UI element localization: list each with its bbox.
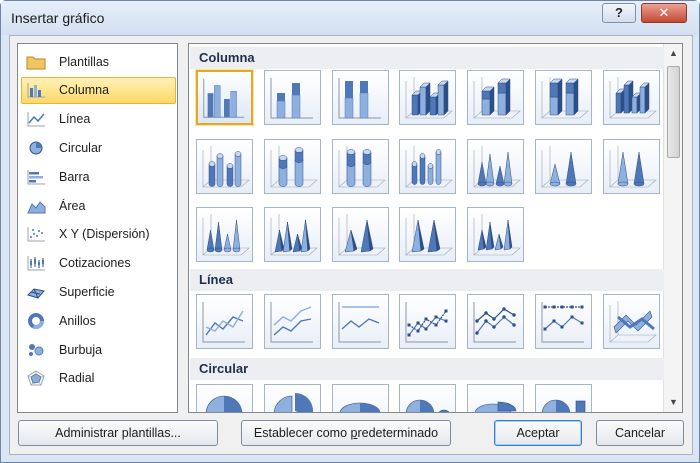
chart-subtype-3d-100-stacked-column[interactable] (535, 70, 592, 125)
chart-subtype-line[interactable] (196, 294, 253, 349)
pie-chart-icon (26, 139, 46, 157)
category-label: Columna (59, 83, 110, 98)
category-label: Área (59, 198, 86, 213)
chart-subtype-stacked-pyramid[interactable] (331, 207, 389, 262)
gallery-section-header: Línea (190, 269, 664, 291)
chart-subtype-bar-of-pie[interactable] (535, 384, 592, 412)
chart-subtype-3d-stacked-column[interactable] (467, 70, 525, 125)
category-item[interactable]: Área (21, 192, 176, 219)
category-item[interactable]: Radial (21, 365, 176, 392)
category-item[interactable]: Circular (21, 134, 176, 161)
chart-subtype-100-stacked-line-markers[interactable] (535, 294, 592, 349)
scroll-down-arrow-icon[interactable]: ▼ (664, 394, 682, 411)
category-item[interactable]: Línea (21, 106, 176, 133)
chart-subtype-100-stacked-line[interactable] (331, 294, 389, 349)
column-chart-icon (26, 81, 46, 99)
set-default-label-pre: Establecer como (253, 426, 351, 440)
chart-subtype-clustered-pyramid[interactable] (263, 207, 321, 262)
category-label: Barra (59, 169, 90, 184)
doughnut-chart-icon (26, 312, 46, 330)
category-label: Burbuja (59, 342, 103, 357)
chart-subtype-exploded-3d-pie[interactable] (467, 384, 525, 412)
chart-category-list: Plantillas Columna Línea Circular Barra Área X… (17, 43, 178, 413)
chart-subtype-stacked-cone[interactable] (535, 139, 592, 194)
manage-templates-button[interactable]: Administrar plantillas... (18, 420, 218, 446)
chart-subtype-3d-clustered-column[interactable] (399, 70, 457, 125)
category-item[interactable]: Plantillas (21, 48, 176, 75)
category-label: Cotizaciones (59, 256, 131, 271)
category-item[interactable]: Cotizaciones (21, 250, 176, 277)
bar-chart-icon (26, 168, 46, 186)
chart-subtype-100-stacked-pyramid[interactable] (399, 207, 457, 262)
category-item[interactable]: Anillos (21, 307, 176, 334)
bubble-chart-icon (26, 341, 46, 359)
category-item[interactable]: X Y (Dispersión) (21, 221, 176, 248)
chart-subtype-pie[interactable] (196, 384, 253, 412)
category-label: Circular (59, 140, 103, 155)
chart-subtype-100-stacked-column[interactable] (331, 70, 389, 125)
set-as-default-button[interactable]: Establecer como predeterminado (241, 420, 451, 446)
category-label: X Y (Dispersión) (59, 227, 150, 242)
chart-subtype-3d-column[interactable] (602, 70, 660, 125)
chart-subtype-clustered-cone[interactable] (467, 139, 525, 194)
category-item[interactable]: Columna (21, 76, 176, 104)
chart-subtype-3d-cone[interactable] (196, 207, 253, 262)
category-item[interactable]: Barra (21, 163, 176, 190)
chart-subtype-3d-cylinder[interactable] (399, 139, 457, 194)
title-bar: Insertar gráfico ? ✕ (1, 1, 699, 35)
area-chart-icon (26, 197, 46, 215)
chart-subtype-clustered-cylinder[interactable] (196, 139, 253, 194)
chart-subtype-stacked-column[interactable] (263, 70, 321, 125)
category-item[interactable]: Superficie (21, 278, 176, 305)
category-item[interactable]: Burbuja (21, 336, 176, 363)
accept-button[interactable]: Aceptar (494, 420, 582, 446)
category-label: Anillos (59, 313, 96, 328)
category-label: Radial (59, 371, 95, 386)
chart-subtype-line-markers[interactable] (399, 294, 457, 349)
radar-chart-icon (26, 369, 46, 387)
scatter-chart-icon (26, 225, 46, 243)
chart-subtype-3d-pie[interactable] (331, 384, 389, 412)
gallery-section-header: Circular (190, 358, 664, 380)
stock-chart-icon (26, 254, 46, 272)
chart-subtype-stacked-line-markers[interactable] (467, 294, 525, 349)
surface-chart-icon (26, 283, 46, 301)
help-button[interactable]: ? (602, 3, 636, 23)
chart-subtype-gallery: ▲ ▼ Columna Línea Circular (188, 43, 683, 413)
cancel-button[interactable]: Cancelar (596, 420, 684, 446)
category-label: Plantillas (59, 54, 110, 69)
set-default-label-post: redeterminado (357, 426, 439, 440)
dialog-title: Insertar gráfico (11, 10, 105, 26)
chart-subtype-stacked-line[interactable] (263, 294, 321, 349)
chart-subtype-3d-pyramid[interactable] (467, 207, 525, 262)
scrollbar-thumb[interactable] (667, 66, 680, 158)
line-chart-icon (26, 110, 46, 128)
gallery-scrollbar[interactable]: ▲ ▼ (663, 44, 682, 412)
chart-subtype-100-stacked-cylinder[interactable] (331, 139, 389, 194)
chart-subtype-3d-line[interactable] (602, 294, 660, 349)
chart-subtype-100-stacked-cone[interactable] (602, 139, 660, 194)
category-label: Superficie (59, 284, 115, 299)
chart-subtype-pie-of-pie[interactable] (399, 384, 457, 412)
category-label: Línea (59, 112, 91, 127)
scroll-up-arrow-icon[interactable]: ▲ (664, 45, 682, 62)
chart-subtype-stacked-cylinder[interactable] (263, 139, 321, 194)
chart-subtype-exploded-pie[interactable] (263, 384, 321, 412)
chart-subtype-clustered-column[interactable] (196, 70, 253, 125)
gallery-section-header: Columna (190, 47, 664, 69)
folder-icon (26, 53, 46, 71)
close-button[interactable]: ✕ (641, 3, 687, 23)
